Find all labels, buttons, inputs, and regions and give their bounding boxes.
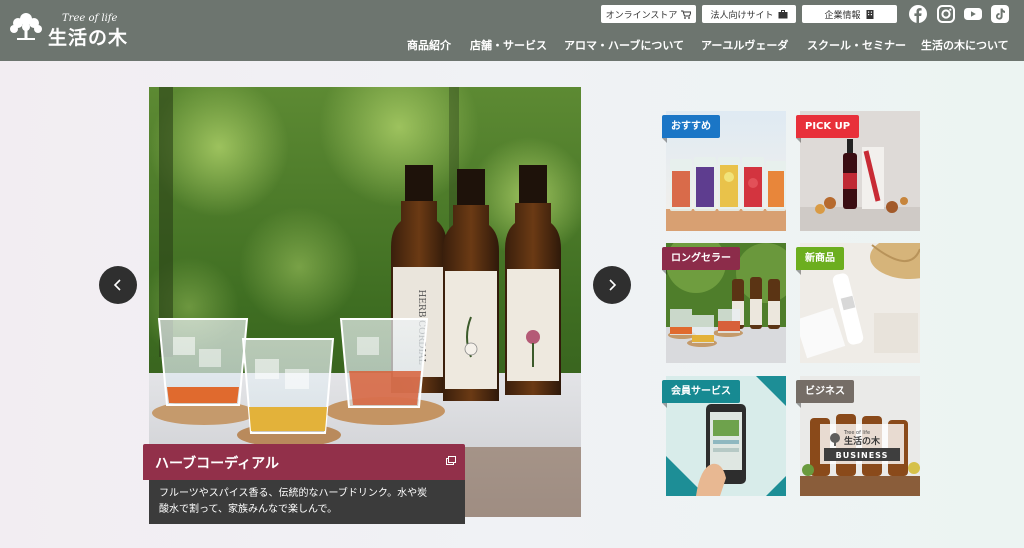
facebook-icon[interactable]: [909, 5, 927, 23]
logo-name: 生活の木: [48, 27, 129, 49]
hero-title-text: ハーブコーディアル: [155, 456, 280, 472]
chevron-left-icon: [113, 279, 121, 291]
site-logo[interactable]: Tree of life 生活の木: [8, 8, 138, 49]
company-info-label: 企業情報: [824, 10, 861, 21]
tree-logo-icon: [10, 13, 42, 40]
nav-ayurveda[interactable]: アーユルヴェーダ: [701, 37, 788, 53]
site-header: Tree of life 生活の木 オンラインストア 法人向けサイト 企業情報 …: [0, 0, 1024, 61]
business-tagline: Tree of life: [843, 430, 870, 436]
hero-caption-text: フルーツやスパイス香る、伝統的なハーブドリンク。水や炭 酸水で割って、家族みんな…: [149, 480, 465, 524]
nav-stores-services[interactable]: 店舗・サービス: [470, 37, 547, 53]
business-logo-text: 生活の木: [844, 435, 881, 447]
nav-school-seminar[interactable]: スクール・セミナー: [807, 37, 906, 53]
corporate-site-button[interactable]: 法人向けサイト: [702, 5, 796, 23]
hero-text-line-2: 酸水で割って、家族みんなで楽しんで。: [159, 504, 338, 515]
nav-about[interactable]: 生活の木について: [921, 37, 1009, 53]
instagram-icon[interactable]: [937, 5, 955, 23]
corporate-site-label: 法人向けサイト: [710, 10, 774, 21]
youtube-icon[interactable]: [964, 5, 982, 23]
company-info-button[interactable]: 企業情報: [802, 5, 897, 23]
external-window-icon: [446, 456, 456, 465]
hero-text-line-1: フルーツやスパイス香る、伝統的なハーブドリンク。水や炭: [159, 488, 428, 499]
badge-longseller: ロングセラー: [662, 247, 740, 275]
nav-aroma-herb[interactable]: アロマ・ハーブについて: [564, 37, 684, 53]
business-label: BUSINESS: [836, 451, 889, 460]
nav-products[interactable]: 商品紹介: [407, 37, 451, 53]
chevron-right-icon: [609, 279, 617, 291]
online-store-button[interactable]: オンラインストア: [601, 5, 696, 23]
badge-new-products: 新商品: [796, 247, 844, 275]
building-icon: [866, 9, 873, 19]
slider-prev-button[interactable]: [99, 266, 137, 304]
briefcase-icon: [778, 9, 787, 18]
hero-caption-title[interactable]: ハーブコーディアル: [143, 444, 465, 480]
tiktok-icon[interactable]: [991, 5, 1009, 23]
badge-recommended: おすすめ: [662, 115, 720, 143]
online-store-label: オンラインストア: [605, 10, 678, 21]
badge-member-services: 会員サービス: [662, 380, 740, 408]
cart-icon: [681, 10, 692, 19]
badge-business: ビジネス: [796, 380, 854, 408]
slider-next-button[interactable]: [593, 266, 631, 304]
badge-pickup: PICK UP: [796, 115, 860, 143]
